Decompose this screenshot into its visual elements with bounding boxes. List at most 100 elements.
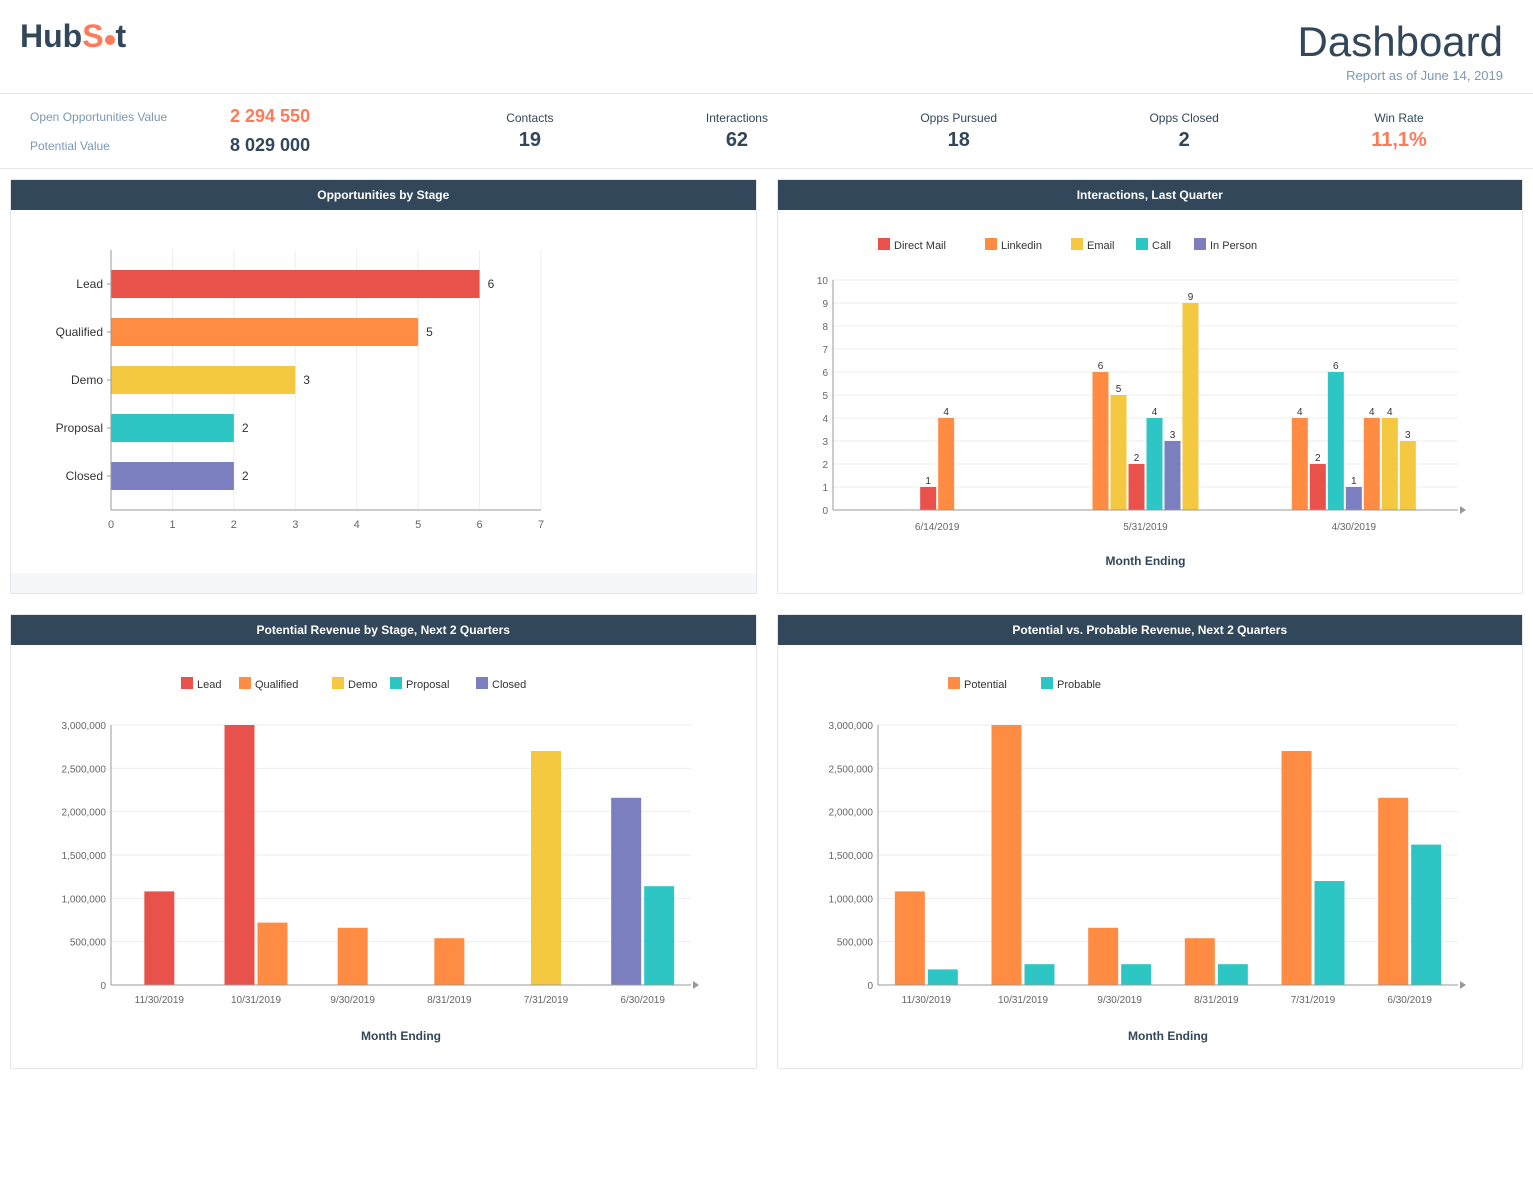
page-title: Dashboard xyxy=(1298,18,1503,66)
svg-text:4/30/2019: 4/30/2019 xyxy=(1331,522,1376,533)
vbar xyxy=(338,928,368,985)
svg-text:9/30/2019: 9/30/2019 xyxy=(330,995,375,1006)
svg-text:6/30/2019: 6/30/2019 xyxy=(1387,995,1432,1006)
chart-potential-vs-probable: Potential vs. Probable Revenue, Next 2 Q… xyxy=(777,614,1524,1069)
metric-col-contacts: Contacts 19 xyxy=(506,111,553,152)
chart1-title: Opportunities by Stage xyxy=(11,180,756,210)
vbar xyxy=(1378,798,1408,985)
svg-text:Qualified: Qualified xyxy=(255,679,298,691)
report-date: Report as of June 14, 2019 xyxy=(1298,68,1503,83)
metric-col-value: 2 xyxy=(1149,129,1218,152)
metric-col-value: 11,1% xyxy=(1371,129,1427,152)
svg-text:2,500,000: 2,500,000 xyxy=(828,764,873,775)
svg-text:9: 9 xyxy=(822,299,828,310)
chart3-body-svg: LeadQualifiedDemoProposalClosed0500,0001… xyxy=(31,665,711,1045)
svg-text:4: 4 xyxy=(354,519,360,531)
hbar-demo xyxy=(111,366,295,394)
svg-text:2,500,000: 2,500,000 xyxy=(62,764,107,775)
potential-label: Potential Value xyxy=(30,139,230,153)
vbar xyxy=(1088,928,1118,985)
charts-bottom: Potential Revenue by Stage, Next 2 Quart… xyxy=(0,604,1533,1079)
metric-col-label: Opps Closed xyxy=(1149,111,1218,125)
svg-text:8/31/2019: 8/31/2019 xyxy=(427,995,472,1006)
metric-col-label: Contacts xyxy=(506,111,553,125)
svg-text:7/31/2019: 7/31/2019 xyxy=(1290,995,1335,1006)
svg-text:4: 4 xyxy=(822,414,828,425)
chart2-bar xyxy=(1092,372,1108,510)
svg-text:Qualified: Qualified xyxy=(56,325,103,339)
metrics-left: Open Opportunities Value 2 294 550 Poten… xyxy=(30,102,430,160)
svg-text:1: 1 xyxy=(822,483,828,494)
chart2-bar xyxy=(1399,441,1415,510)
svg-text:4: 4 xyxy=(1151,407,1157,418)
vbar xyxy=(991,725,1021,985)
hbar-closed xyxy=(111,462,234,490)
svg-text:1,000,000: 1,000,000 xyxy=(828,894,873,905)
svg-text:11/30/2019: 11/30/2019 xyxy=(135,995,185,1006)
svg-text:2: 2 xyxy=(1133,453,1139,464)
chart-interactions: Interactions, Last Quarter Direct MailLi… xyxy=(777,179,1524,594)
hbar-proposal xyxy=(111,414,234,442)
chart4-title: Potential vs. Probable Revenue, Next 2 Q… xyxy=(778,615,1523,645)
svg-text:1,500,000: 1,500,000 xyxy=(828,851,873,862)
svg-text:3: 3 xyxy=(1405,430,1411,441)
svg-text:Proposal: Proposal xyxy=(56,421,103,435)
svg-text:Closed: Closed xyxy=(66,469,103,483)
svg-text:1,500,000: 1,500,000 xyxy=(62,851,107,862)
svg-text:5: 5 xyxy=(426,325,433,339)
svg-text:1: 1 xyxy=(1351,476,1357,487)
vbar xyxy=(894,891,924,985)
potential-row: Potential Value 8 029 000 xyxy=(30,131,430,160)
svg-text:7: 7 xyxy=(822,345,828,356)
svg-text:5/31/2019: 5/31/2019 xyxy=(1123,522,1168,533)
svg-text:1: 1 xyxy=(925,476,931,487)
svg-text:Month Ending: Month Ending xyxy=(361,1029,441,1043)
chart2-bar xyxy=(1381,418,1397,510)
dashboard-title: Dashboard Report as of June 14, 2019 xyxy=(1298,18,1503,83)
svg-text:6: 6 xyxy=(488,277,495,291)
svg-text:3: 3 xyxy=(822,437,828,448)
svg-text:0: 0 xyxy=(822,506,828,517)
vbar xyxy=(1217,964,1247,985)
chart3-title: Potential Revenue by Stage, Next 2 Quart… xyxy=(11,615,756,645)
svg-text:6: 6 xyxy=(477,519,483,531)
vbar xyxy=(144,891,174,985)
metric-col-opps-pursued: Opps Pursued 18 xyxy=(920,111,997,152)
svg-text:3: 3 xyxy=(303,373,310,387)
svg-text:2: 2 xyxy=(231,519,237,531)
chart2-bar xyxy=(938,418,954,510)
svg-text:500,000: 500,000 xyxy=(836,938,873,949)
chart-opps-by-stage: Opportunities by Stage 01234567Lead6Qual… xyxy=(10,179,757,594)
svg-text:Demo: Demo xyxy=(71,373,103,387)
svg-text:Closed: Closed xyxy=(492,679,526,691)
svg-text:5: 5 xyxy=(1115,384,1121,395)
svg-text:4: 4 xyxy=(1387,407,1393,418)
vbar xyxy=(225,725,255,985)
svg-text:Email: Email xyxy=(1087,240,1115,252)
open-opps-row: Open Opportunities Value 2 294 550 xyxy=(30,102,430,131)
svg-text:Proposal: Proposal xyxy=(406,679,449,691)
metrics-right: Contacts 19 Interactions 62 Opps Pursued 1… xyxy=(430,111,1503,152)
hbar-lead xyxy=(111,270,480,298)
metric-col-label: Opps Pursued xyxy=(920,111,997,125)
metric-col-opps-closed: Opps Closed 2 xyxy=(1149,111,1218,152)
svg-text:7/31/2019: 7/31/2019 xyxy=(524,995,569,1006)
svg-text:9: 9 xyxy=(1187,292,1193,303)
svg-text:11/30/2019: 11/30/2019 xyxy=(901,995,951,1006)
svg-text:0: 0 xyxy=(867,981,873,992)
chart2-bar xyxy=(1182,303,1198,510)
svg-text:10: 10 xyxy=(816,276,828,287)
chart2-bar xyxy=(1164,441,1180,510)
vbar xyxy=(1411,845,1441,985)
svg-text:8/31/2019: 8/31/2019 xyxy=(1194,995,1239,1006)
metric-col-value: 62 xyxy=(706,129,768,152)
open-opps-value: 2 294 550 xyxy=(230,106,310,127)
vbar xyxy=(927,969,957,985)
chart2-bar xyxy=(1146,418,1162,510)
svg-text:3,000,000: 3,000,000 xyxy=(62,721,107,732)
potential-value: 8 029 000 xyxy=(230,135,310,156)
chart2-bar xyxy=(1291,418,1307,510)
metric-col-interactions: Interactions 62 xyxy=(706,111,768,152)
svg-text:10/31/2019: 10/31/2019 xyxy=(231,995,281,1006)
chart3-body: LeadQualifiedDemoProposalClosed0500,0001… xyxy=(11,645,756,1068)
